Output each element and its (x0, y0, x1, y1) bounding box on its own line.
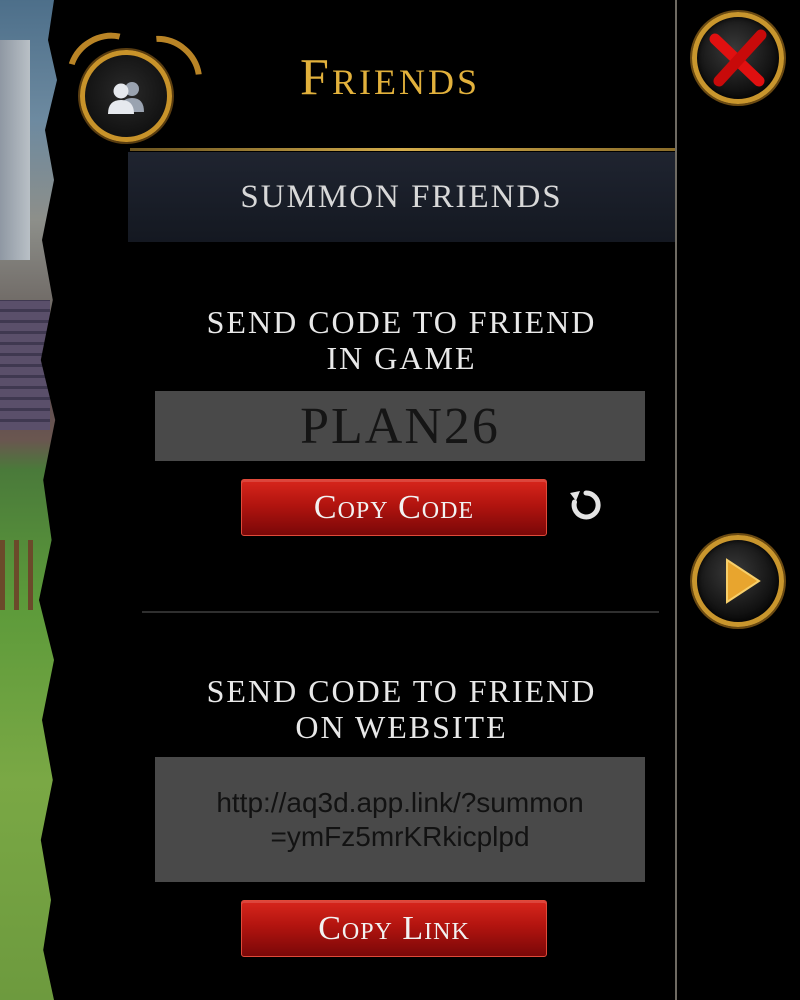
summon-code-field[interactable]: PLAN26 (155, 391, 645, 461)
subheader-label: SUMMON FRIENDS (240, 178, 563, 215)
copy-link-button[interactable]: Copy Link (241, 900, 547, 957)
panel-right-border (675, 0, 677, 1000)
refresh-icon[interactable] (566, 485, 606, 525)
website-heading-line1: SEND CODE TO FRIEND (206, 673, 597, 709)
subheader-bar: SUMMON FRIENDS (128, 152, 675, 242)
castle-tower (0, 40, 30, 260)
in-game-heading-line1: SEND CODE TO FRIEND (206, 304, 597, 340)
title-underline (130, 148, 675, 151)
in-game-heading: SEND CODE TO FRIEND IN GAME (128, 304, 675, 376)
copy-code-button[interactable]: Copy Code (241, 479, 547, 536)
website-heading-line2: ON WEBSITE (295, 709, 508, 745)
page-title: Friends (300, 49, 480, 106)
close-button[interactable] (692, 12, 784, 104)
summon-link-line1: http://aq3d.app.link/?summon (216, 786, 584, 818)
close-x-icon (709, 29, 767, 87)
summon-link-line2: =ymFz5mrKRkicplpd (270, 820, 530, 852)
wooden-fence (0, 540, 40, 610)
website-heading: SEND CODE TO FRIEND ON WEBSITE (128, 673, 675, 745)
friends-icon (108, 82, 144, 114)
play-arrow-icon (726, 558, 761, 604)
in-game-heading-line2: IN GAME (326, 340, 477, 376)
section-divider (142, 611, 659, 613)
summon-link-field[interactable]: http://aq3d.app.link/?summon =ymFz5mrKRk… (155, 757, 645, 882)
friends-emblem (53, 18, 218, 168)
next-page-button[interactable] (692, 535, 784, 627)
